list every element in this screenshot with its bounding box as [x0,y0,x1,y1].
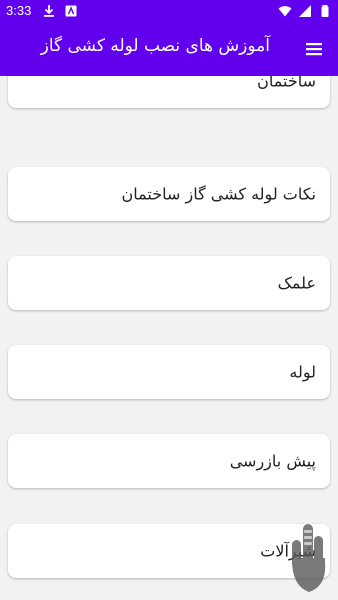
list-item-label: پیش بازرسی [229,451,316,471]
list-item[interactable]: علمک [8,256,330,310]
list-item-label: نکات لوله کشی گاز ساختمان [121,184,316,204]
list-item[interactable]: ساختمان [8,76,330,108]
page-title: آموزش های نصب لوله کشی گاز [40,36,270,56]
hamburger-menu-icon[interactable] [304,39,324,59]
battery-icon [321,5,329,17]
list-item-label: علمک [277,273,316,293]
list-item-label: ساختمان [257,76,316,91]
status-bar: 3:33 [0,0,338,22]
download-icon [44,5,54,17]
list-item[interactable]: لوله [8,345,330,399]
app-bar: آموزش های نصب لوله کشی گاز [0,22,338,76]
status-time: 3:33 [6,3,32,18]
list-item[interactable]: پیش بازرسی [8,434,330,488]
scroll-hand-icon[interactable] [287,522,331,596]
wifi-icon [278,6,292,17]
list-item-label: لوله [289,362,316,382]
list-item[interactable]: نکات لوله کشی گاز ساختمان [8,167,330,221]
signal-icon [299,5,311,17]
news-icon [65,5,77,17]
list-item[interactable]: شیرآلات [8,524,330,578]
